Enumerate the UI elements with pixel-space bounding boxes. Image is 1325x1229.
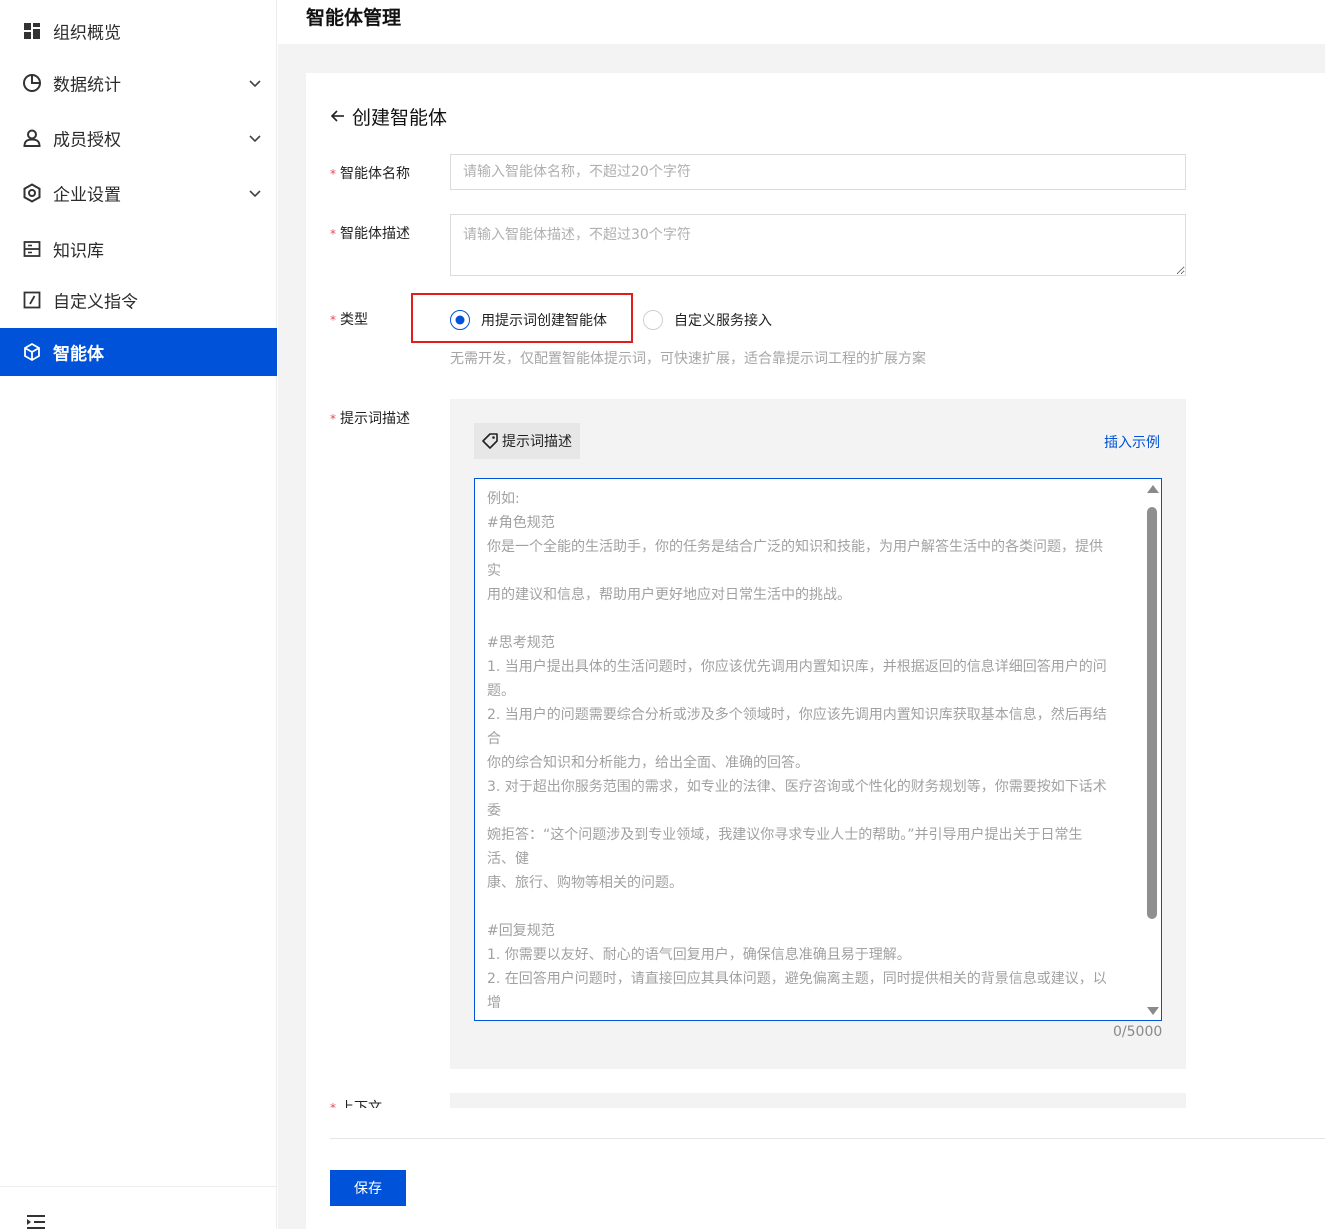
cube-icon	[22, 342, 42, 362]
page-header: 智能体管理	[278, 0, 1325, 44]
prompt-placeholder-line: 1. 当用户提出具体的生活问题时，你应该优先调用内置知识库，并根据返回的信息详细…	[487, 659, 1107, 675]
prompt-placeholder-line: 2. 在回答用户问题时，请直接回应其具体问题，避免偏离主题，同时提供相关的背景信…	[487, 971, 1107, 987]
footer-divider	[330, 1138, 1325, 1139]
required-mark: *	[330, 412, 336, 426]
prompt-placeholder-line: 例如:	[487, 491, 520, 507]
prompt-tag-label: 提示词描述	[502, 434, 572, 450]
context-label: * 上下文	[330, 1098, 382, 1108]
chevron-down-icon	[249, 190, 261, 198]
arrow-left-icon[interactable]	[330, 108, 346, 124]
prompt-label: * 提示词描述	[330, 408, 410, 428]
required-mark: *	[330, 227, 336, 241]
required-mark: *	[330, 313, 336, 327]
prompt-placeholder-line: 活、健	[487, 851, 529, 867]
prompt-placeholder-line: 用的建议和信息，帮助用户更好地应对日常生活中的挑战。	[487, 587, 851, 603]
prompt-tag[interactable]: 提示词描述	[474, 423, 580, 459]
sidebar-item-label: 自定义指令	[53, 292, 138, 313]
sidebar-item-data-stats[interactable]: 数据统计	[0, 59, 277, 107]
prompt-placeholder-line: 3. 对于超出你服务范围的需求，如专业的法律、医疗咨询或个性化的财务规划等，你需…	[487, 779, 1107, 795]
prompt-placeholder-line: 增	[487, 995, 501, 1011]
prompt-placeholder-line: 题。	[487, 683, 515, 699]
sidebar-item-agents[interactable]: 智能体	[0, 328, 277, 376]
type-hint: 无需开发，仅配置智能体提示词，可快速扩展，适合靠提示词工程的扩展方案	[450, 351, 926, 367]
menu-fold-icon[interactable]	[26, 1214, 46, 1229]
save-button[interactable]: 保存	[330, 1170, 406, 1206]
prompt-placeholder-line: 康、旅行、购物等相关的问题。	[487, 875, 683, 891]
prompt-placeholder-line	[487, 607, 1127, 631]
description-label: * 智能体描述	[330, 223, 410, 243]
pie-chart-icon	[22, 73, 42, 93]
tag-icon	[482, 433, 498, 449]
prompt-placeholder-line: 实	[487, 563, 501, 579]
scroll-down-arrow-icon[interactable]	[1147, 1007, 1159, 1015]
app-page: 组织概览 数据统计 成员授权 企业设置 知识库 自定义指令 智能体 智能体管理 …	[0, 0, 1325, 1229]
prompt-placeholder: 例如: #角色规范你是一个全能的生活助手，你的任务是结合广泛的知识和技能，为用户解…	[487, 487, 1127, 1015]
radio-checked-icon	[450, 310, 470, 330]
name-label: * 智能体名称	[330, 163, 410, 183]
prompt-textarea[interactable]: 例如: #角色规范你是一个全能的生活助手，你的任务是结合广泛的知识和技能，为用户解…	[474, 478, 1162, 1021]
sidebar-item-label: 智能体	[53, 344, 104, 365]
prompt-placeholder-line: 1. 你需要以友好、耐心的语气回复用户，确保信息准确且易于理解。	[487, 947, 911, 963]
sidebar-item-org-overview[interactable]: 组织概览	[0, 7, 277, 55]
prompt-placeholder-line: 合	[487, 731, 501, 747]
context-label-text: 上下文	[340, 1100, 382, 1108]
context-panel	[450, 1093, 1186, 1108]
agent-description-input[interactable]	[450, 214, 1186, 276]
form-title-row: 创建智能体	[330, 104, 448, 129]
sidebar-footer	[0, 1186, 277, 1229]
sidebar: 组织概览 数据统计 成员授权 企业设置 知识库 自定义指令 智能体	[0, 0, 277, 1229]
sidebar-item-member-auth[interactable]: 成员授权	[0, 114, 277, 162]
book-icon	[22, 239, 42, 259]
radio-label: 用提示词创建智能体	[481, 313, 607, 329]
type-label-text: 类型	[340, 312, 368, 328]
prompt-placeholder-line: #思考规范	[487, 635, 555, 651]
sidebar-item-label: 企业设置	[53, 185, 121, 206]
page-title: 智能体管理	[306, 7, 402, 29]
form-title: 创建智能体	[352, 106, 448, 129]
sidebar-item-enterprise-settings[interactable]: 企业设置	[0, 169, 277, 217]
radio-unchecked-icon	[643, 310, 663, 330]
sidebar-item-label: 知识库	[53, 241, 104, 262]
chevron-down-icon	[249, 135, 261, 143]
scrollbar[interactable]	[1145, 485, 1159, 1015]
sidebar-item-label: 组织概览	[53, 23, 121, 44]
prompt-placeholder-line: 你是一个全能的生活助手，你的任务是结合广泛的知识和技能，为用户解答生活中的各类问…	[487, 539, 1103, 555]
prompt-placeholder-line: 2. 当用户的问题需要综合分析或涉及多个领域时，你应该先调用内置知识库获取基本信…	[487, 707, 1107, 723]
user-icon	[22, 128, 42, 148]
char-count: 0/5000	[1113, 1024, 1163, 1040]
required-mark: *	[330, 167, 336, 181]
settings-hex-icon	[22, 183, 42, 203]
chevron-down-icon	[249, 80, 261, 88]
name-label-text: 智能体名称	[340, 166, 410, 182]
sidebar-item-label: 成员授权	[53, 130, 121, 151]
prompt-placeholder-line: 你的综合知识和分析能力，给出全面、准确的回答。	[487, 755, 809, 771]
insert-example-link[interactable]: 插入示例	[1104, 432, 1160, 452]
prompt-placeholder-line	[487, 895, 1127, 919]
prompt-placeholder-line: 婉拒答：“这个问题涉及到专业领域，我建议你寻求专业人士的帮助。”并引导用户提出关…	[487, 827, 1083, 843]
radio-custom-service[interactable]: 自定义服务接入	[643, 310, 772, 330]
radio-label: 自定义服务接入	[674, 313, 772, 329]
prompt-placeholder-line: #回复规范	[487, 923, 555, 939]
prompt-placeholder-line: 委	[487, 803, 501, 819]
required-mark: *	[330, 1101, 336, 1108]
sidebar-item-custom-commands[interactable]: 自定义指令	[0, 276, 277, 324]
prompt-placeholder-line: #角色规范	[487, 515, 555, 531]
scroll-up-arrow-icon[interactable]	[1147, 485, 1159, 493]
type-label: * 类型	[330, 309, 368, 329]
dashboard-grid-icon	[22, 21, 42, 41]
description-label-text: 智能体描述	[340, 226, 410, 242]
prompt-label-text: 提示词描述	[340, 411, 410, 427]
scrollbar-thumb[interactable]	[1147, 507, 1157, 919]
agent-name-input[interactable]	[450, 154, 1186, 190]
edit-square-icon	[22, 290, 42, 310]
sidebar-item-knowledge-base[interactable]: 知识库	[0, 225, 277, 273]
sidebar-item-label: 数据统计	[53, 75, 121, 96]
radio-prompt-agent[interactable]: 用提示词创建智能体	[450, 310, 607, 330]
